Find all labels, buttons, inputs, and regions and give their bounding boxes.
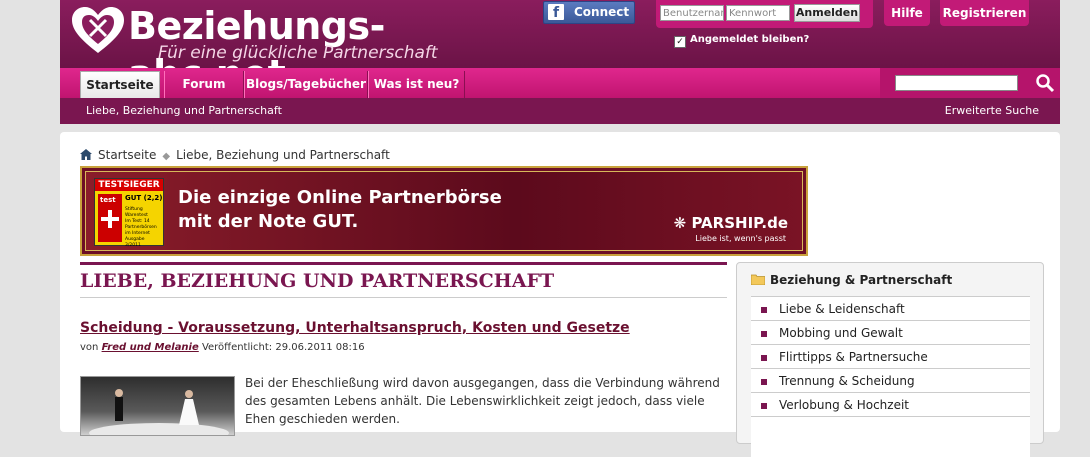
login-form: Benutzername Kennwort Anmelden [656, 0, 873, 28]
sidebar-item-mobbing[interactable]: Mobbing und Gewalt [751, 321, 1030, 345]
tab-startseite[interactable]: Startseite [80, 71, 160, 98]
badge-title: TESTSIEGER [95, 179, 163, 191]
site-header: Beziehungs-abc.net Für eine glückliche P… [60, 0, 1060, 124]
main-navigation: Startseite Forum Blogs/Tagebücher Was is… [60, 68, 1060, 98]
sidebar-item-label: Liebe & Leidenschaft [779, 302, 905, 316]
section-divider [80, 262, 727, 265]
facebook-connect-label: Connect [574, 5, 630, 19]
article-title-link[interactable]: Scheidung - Voraussetzung, Unterhaltsans… [80, 320, 630, 336]
facebook-icon: f [548, 4, 564, 21]
help-button[interactable]: Hilfe [884, 0, 930, 26]
list-bullet-icon [761, 355, 767, 361]
tab-blogs[interactable]: Blogs/Tagebücher [244, 71, 368, 98]
main-content: Startseite ◆ Liebe, Beziehung und Partners… [60, 132, 1060, 457]
article-meta: von Fred und Melanie Veröffentlicht: 29.… [80, 342, 365, 353]
category-sidebar: Beziehung & Partnerschaft Liebe & Leiden… [736, 262, 1044, 457]
logo-subtitle: Für eine glückliche Partnerschaft [158, 43, 438, 63]
list-bullet-icon [761, 331, 767, 337]
sidebar-item-liebe[interactable]: Liebe & Leidenschaft [751, 297, 1030, 321]
sidebar-item-label: Verlobung & Hochzeit [779, 398, 909, 412]
cake-topper-image [89, 389, 229, 435]
advanced-search-link[interactable]: Erweiterte Suche [945, 104, 1039, 117]
home-icon [80, 149, 92, 160]
meta-published-date: 29.06.2011 08:16 [275, 342, 365, 353]
breadcrumb-current[interactable]: Liebe, Beziehung und Partnerschaft [176, 148, 390, 162]
breadcrumb-separator-icon: ◆ [162, 151, 171, 162]
remember-label: Angemeldet bleiben? [690, 34, 810, 45]
article-thumbnail[interactable] [80, 376, 235, 436]
badge-details: Stiftung Warentest Im Test: 14 Partnerbö… [125, 207, 161, 249]
sidebar-heading: Beziehung & Partnerschaft [751, 273, 952, 287]
tab-forum[interactable]: Forum [164, 71, 244, 98]
search-area [880, 68, 1060, 98]
banner-headline-line1: Die einzige Online Partnerbörse [178, 187, 502, 208]
subnav-link-category[interactable]: Liebe, Beziehung und Partnerschaft [86, 104, 282, 117]
sidebar-item-trennung[interactable]: Trennung & Scheidung [751, 369, 1030, 393]
sidebar-item-label: Mobbing und Gewalt [779, 326, 903, 340]
meta-by-label: von [80, 342, 99, 353]
banner-frame: TESTSIEGER test GUT (2,2) Stiftung Waren… [85, 171, 803, 251]
banner-headline-line2: mit der Note GUT. [178, 211, 359, 232]
folder-icon [751, 274, 765, 285]
facebook-connect-button[interactable]: f Connect [543, 1, 635, 24]
section-title: LIEBE, BEZIEHUNG UND PARTNERSCHAFT [80, 270, 555, 292]
heart-logo-icon [72, 7, 124, 53]
site-logo[interactable]: Beziehungs-abc.net Für eine glückliche P… [70, 2, 490, 96]
register-button[interactable]: Registrieren [940, 0, 1029, 26]
sidebar-list: Liebe & Leidenschaft Mobbing und Gewalt … [751, 296, 1030, 457]
sidebar-item-label: Flirttipps & Partnersuche [779, 350, 928, 364]
breadcrumb: Startseite ◆ Liebe, Beziehung und Partners… [80, 148, 390, 162]
search-input[interactable] [895, 75, 1018, 91]
remember-me[interactable]: ✓ Angemeldet bleiben? [674, 34, 809, 48]
breadcrumb-home[interactable]: Startseite [98, 148, 156, 162]
article-excerpt: Bei der Eheschließung wird davon ausgega… [245, 376, 720, 426]
login-button[interactable]: Anmelden [794, 4, 860, 22]
sidebar-item-flirttipps[interactable]: Flirttipps & Partnersuche [751, 345, 1030, 369]
parship-ad-banner[interactable]: TESTSIEGER test GUT (2,2) Stiftung Waren… [80, 166, 808, 256]
list-bullet-icon [761, 307, 767, 313]
tab-whats-new[interactable]: Was ist neu? [368, 71, 465, 98]
search-icon[interactable] [1033, 71, 1057, 95]
test-cross-icon [101, 210, 119, 228]
parship-brand: PARSHIP.de [691, 214, 788, 232]
badge-logo-text: test [100, 196, 116, 204]
badge-grade: GUT (2,2) [125, 194, 163, 202]
banner-headline: Die einzige Online Partnerbörse mit der … [178, 186, 538, 234]
parship-mark-icon: ❋ [673, 214, 687, 232]
author-link[interactable]: Fred und Melanie [102, 342, 199, 353]
parship-tagline: Liebe ist, wenn's passt [695, 234, 786, 243]
badge-issue: Ausgabe 3/2011 [125, 237, 145, 248]
username-input[interactable]: Benutzername [660, 5, 724, 21]
parship-logo: ❋ PARSHIP.de [674, 214, 788, 232]
sub-navigation: Liebe, Beziehung und Partnerschaft Erwei… [60, 98, 1060, 124]
stiftung-warentest-logo: test [98, 194, 122, 242]
badge-detail: Im Test: 14 Partnerbörsen im Internet [125, 219, 157, 236]
badge-org: Stiftung Warentest [125, 207, 148, 218]
password-input[interactable]: Kennwort [726, 5, 790, 21]
list-bullet-icon [761, 403, 767, 409]
title-divider [80, 297, 727, 298]
sidebar-item-label: Trennung & Scheidung [779, 374, 915, 388]
meta-published-label: Veröffentlicht: [201, 342, 273, 353]
sidebar-title: Beziehung & Partnerschaft [770, 273, 953, 287]
list-bullet-icon [761, 379, 767, 385]
testsieger-badge: TESTSIEGER test GUT (2,2) Stiftung Waren… [94, 178, 164, 249]
sidebar-item-verlobung[interactable]: Verlobung & Hochzeit [751, 393, 1030, 417]
remember-checkbox[interactable]: ✓ [674, 36, 686, 48]
